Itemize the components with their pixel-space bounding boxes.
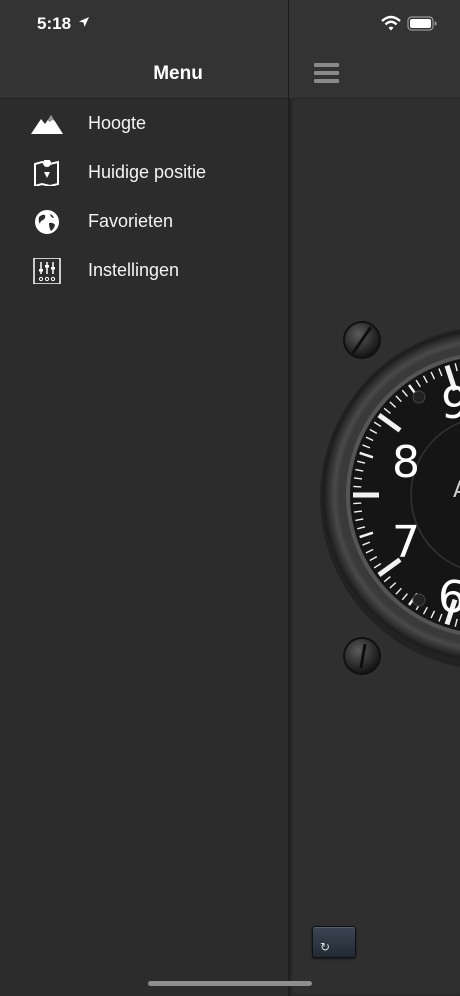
menu-item-label: Huidige positie — [88, 162, 207, 182]
pane-divider — [288, 0, 289, 996]
dial-tick — [353, 477, 363, 480]
menu-item-label: Hoogte — [88, 113, 147, 133]
menu-item-label: Favorieten — [88, 211, 174, 231]
menu-item-label: Instellingen — [88, 260, 180, 280]
menu-item-huidige-positie[interactable]: Huidige positie — [0, 148, 288, 197]
menu-title: Menu — [153, 63, 203, 84]
dial-tick — [353, 502, 362, 505]
menu-item-hoogte[interactable]: Hoogte — [0, 99, 288, 148]
screw-top-icon — [343, 321, 381, 359]
dial-number-7: 7 — [392, 517, 420, 568]
dial-center-label: A — [453, 478, 460, 503]
dial-tick — [353, 485, 362, 488]
refresh-icon: ↻ — [320, 940, 331, 954]
altimeter-gauge: 9 8 7 6 A — [320, 321, 460, 675]
location-arrow-icon — [79, 17, 89, 27]
dial-number-9: 9 — [441, 378, 460, 429]
menu-item-favorieten[interactable]: Favorieten — [0, 197, 288, 246]
dial-tick — [353, 510, 363, 513]
menu-item-instellingen[interactable]: Instellingen — [0, 246, 288, 295]
battery-icon — [407, 16, 437, 31]
dial-number-6: 6 — [438, 572, 460, 623]
refresh-button[interactable]: ↻ — [312, 926, 356, 958]
menu-list: Hoogte Huidige positie Favorieten Instel… — [0, 99, 288, 295]
main-content-pane: 9 8 7 6 A ↻ — [289, 0, 460, 996]
home-indicator — [148, 981, 312, 986]
sliders-icon — [33, 258, 61, 284]
status-indicators — [381, 15, 437, 31]
wifi-icon — [381, 15, 401, 31]
side-menu: Hoogte Huidige positie Favorieten Instel… — [0, 0, 288, 996]
map-pin-icon — [34, 160, 59, 186]
screw-bottom-icon — [343, 637, 381, 675]
dial-number-8: 8 — [392, 437, 420, 488]
status-time: 5:18 — [37, 14, 72, 33]
globe-icon — [35, 210, 59, 234]
mountain-icon — [31, 115, 63, 134]
